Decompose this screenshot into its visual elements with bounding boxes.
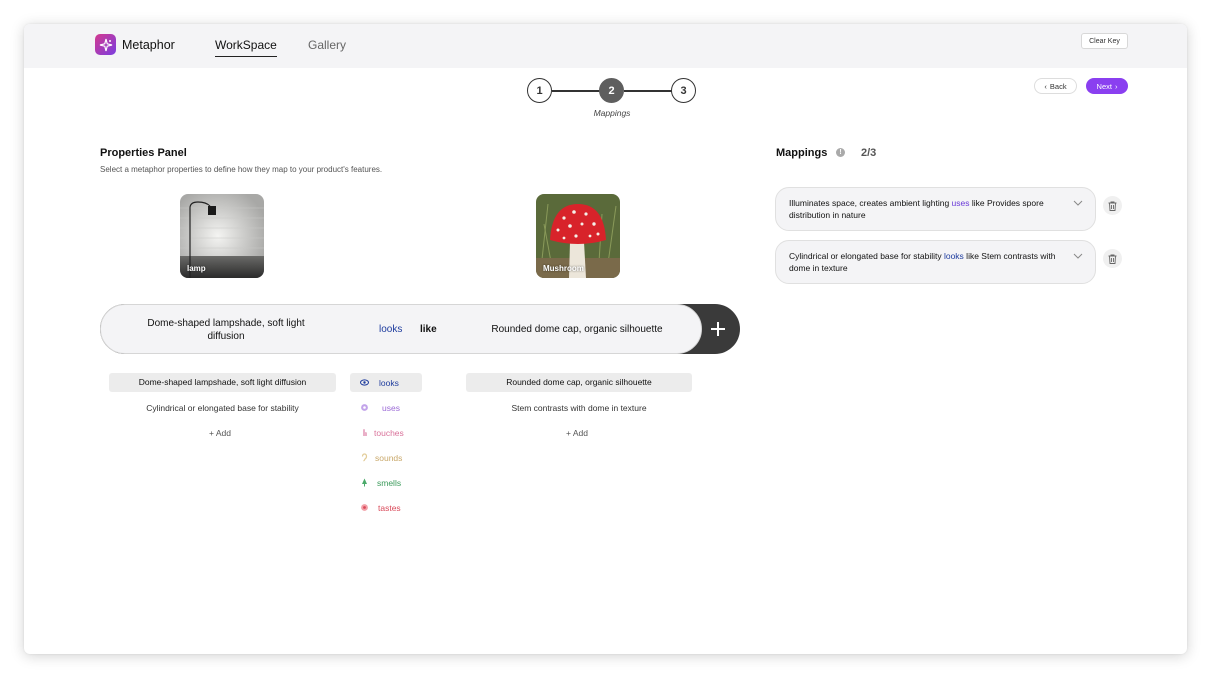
relation-sounds[interactable]: sounds [350, 448, 422, 467]
mapping-verb: looks [943, 251, 964, 261]
trash-icon [1108, 254, 1117, 264]
mapping-text: Cylindrical or elongated base for stabil… [789, 250, 1059, 274]
relation-tastes[interactable]: tastes [350, 498, 422, 517]
relation-looks[interactable]: looks [350, 373, 422, 392]
source-property-item[interactable]: Cylindrical or elongated base for stabil… [109, 403, 336, 413]
target-image-label: Mushroom [543, 264, 584, 273]
metaphor-logo-icon [95, 34, 116, 55]
properties-panel-title: Properties Panel [100, 147, 187, 159]
nose-icon [360, 478, 369, 487]
clear-key-button[interactable]: Clear Key [1081, 33, 1128, 49]
relation-uses[interactable]: uses [350, 398, 422, 417]
trash-icon [1108, 201, 1117, 211]
properties-panel-subtitle: Select a metaphor properties to define h… [100, 165, 383, 174]
step-3[interactable]: 3 [671, 78, 696, 103]
chevron-down-icon[interactable] [1073, 198, 1083, 208]
relation-smells[interactable]: smells [350, 473, 422, 492]
source-image-card[interactable]: lamp [180, 194, 264, 278]
mapping-card[interactable]: Illuminates space, creates ambient light… [775, 187, 1096, 231]
stepper-connector [552, 90, 600, 92]
next-label: Next [1096, 81, 1112, 91]
source-image-label: lamp [187, 264, 206, 273]
relation-touches[interactable]: touches [350, 423, 422, 442]
chevron-right-icon: › [1114, 81, 1118, 91]
ear-icon [360, 453, 369, 462]
info-icon[interactable]: ! [836, 148, 845, 157]
hand-icon [360, 428, 369, 437]
add-label: Add [572, 428, 588, 438]
relation-label: tastes [378, 502, 401, 513]
mapping-composer: Dome-shaped lampshade, soft light diffus… [100, 304, 740, 354]
mapping-verb: uses [951, 198, 970, 208]
step-2[interactable]: 2 [599, 78, 624, 103]
stepper-connector [624, 90, 672, 92]
mapping-text: Illuminates space, creates ambient light… [789, 197, 1059, 221]
chevron-down-icon[interactable] [1073, 251, 1083, 261]
step-1[interactable]: 1 [527, 78, 552, 103]
eye-icon [360, 378, 369, 387]
plus-icon: + [209, 428, 216, 438]
source-property-item[interactable]: Dome-shaped lampshade, soft light diffus… [109, 373, 336, 392]
mapping-composer-body: Dome-shaped lampshade, soft light diffus… [100, 304, 702, 354]
back-label: Back [1049, 81, 1067, 91]
back-button[interactable]: ‹ Back [1034, 78, 1077, 94]
mapping-card[interactable]: Cylindrical or elongated base for stabil… [775, 240, 1096, 284]
plus-icon: + [566, 428, 573, 438]
add-mapping-button[interactable] [704, 315, 732, 343]
top-bar: Metaphor WorkSpace Gallery Clear Key [24, 24, 1187, 68]
tongue-icon [360, 503, 369, 512]
add-label: Add [215, 428, 231, 438]
mappings-count: 2/3 [861, 147, 877, 159]
gear-icon [360, 403, 369, 412]
composer-target-property: Rounded dome cap, organic silhouette [491, 324, 663, 335]
relation-label: touches [374, 427, 404, 438]
relation-label: looks [379, 377, 399, 388]
target-image-card[interactable]: Mushroom [536, 194, 620, 278]
target-property-item[interactable]: Stem contrasts with dome in texture [466, 403, 692, 413]
composer-verb: looks [379, 324, 403, 335]
composer-like: like [420, 324, 437, 335]
delete-mapping-button[interactable] [1103, 249, 1122, 268]
composer-source-property: Dome-shaped lampshade, soft light diffus… [147, 318, 305, 342]
tab-gallery[interactable]: Gallery [308, 38, 346, 56]
delete-mapping-button[interactable] [1103, 196, 1122, 215]
mappings-title: Mappings [776, 147, 828, 159]
mapping-source: Cylindrical or elongated base for stabil… [789, 251, 944, 261]
target-property-item[interactable]: Rounded dome cap, organic silhouette [466, 373, 692, 392]
chevron-left-icon: ‹ [1044, 81, 1047, 91]
relation-label: smells [377, 477, 402, 488]
mapping-like: like [969, 198, 987, 208]
relation-label: sounds [375, 452, 403, 463]
tab-workspace[interactable]: WorkSpace [215, 38, 277, 57]
mapping-like: like [963, 251, 982, 261]
step-caption: Mappings [593, 108, 631, 118]
plus-icon [711, 322, 725, 336]
mapping-source: Illuminates space, creates ambient light… [789, 198, 952, 208]
app-name: Metaphor [122, 38, 175, 52]
add-target-property-button[interactable]: + Add [566, 428, 588, 438]
app-window: Metaphor WorkSpace Gallery Clear Key 1 2… [24, 24, 1187, 654]
add-source-property-button[interactable]: + Add [209, 428, 231, 438]
next-button[interactable]: Next › [1086, 78, 1128, 94]
relation-label: uses [382, 402, 400, 413]
